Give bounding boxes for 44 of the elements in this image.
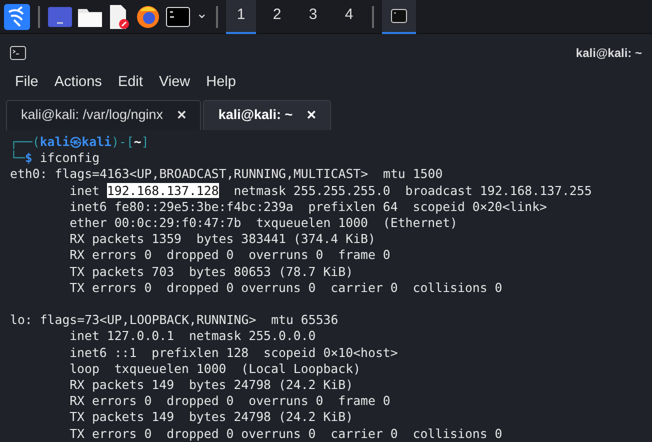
output-line: RX packets 1359 bytes 383441 (374.4 KiB) <box>70 231 376 248</box>
menu-item[interactable]: Actions <box>47 72 109 94</box>
task-button[interactable] <box>382 0 416 34</box>
output-line: loop txqueuelen 1000 (Local Loopback) <box>70 360 361 378</box>
desktop-icon[interactable] <box>48 6 72 26</box>
close-icon[interactable]: × <box>177 104 186 128</box>
tab-label: kali@kali: ~ <box>218 106 293 124</box>
output-line: TX packets 149 bytes 24798 (24.2 KiB) <box>70 409 354 426</box>
output-line: inet6 ::1 prefixlen 128 scopeid 0×10<host> <box>70 344 398 361</box>
terminal-icon <box>391 8 407 22</box>
output-line: TX errors 0 dropped 0 overruns 0 carrier 0 collisions 0 <box>70 426 502 442</box>
workspace-button[interactable]: 1 <box>226 0 256 34</box>
prompt-line: └─$ ifconfig <box>10 150 100 166</box>
window-title: kali@kali: ~ <box>576 45 642 62</box>
terminal-tab[interactable]: kali@kali: /var/log/nginx × <box>6 100 202 130</box>
close-icon[interactable]: × <box>306 104 316 128</box>
output-line: ether 00:0c:29:f0:47:7b txqueuelen 1000 (Ethernet) <box>70 215 458 232</box>
menu-item[interactable]: Help <box>199 72 243 94</box>
browser-icon[interactable] <box>136 4 160 28</box>
output-line: inet 192.168.137.128 netmask 255.255.255.0 broadcast 192.168.137.255 <box>70 182 592 199</box>
menu-item[interactable]: Edit <box>110 72 150 94</box>
dragon-icon[interactable] <box>4 4 30 30</box>
workspace-button[interactable]: 4 <box>334 0 364 34</box>
menu-item[interactable]: File <box>8 72 46 94</box>
output-line: eth0: flags=4163<UP,BROADCAST,RUNNING,MULTICAST> mtu 1500 <box>10 166 443 183</box>
output-line: lo: flags=73<UP,LOOPBACK,RUNNING> mtu 65536 <box>10 312 338 328</box>
folder-icon[interactable] <box>78 6 102 26</box>
document-icon[interactable] <box>108 4 130 28</box>
output-line: inet6 fe80::29e5:3be:f4bc:239a prefixlen 64 scopeid 0×20<link> <box>70 198 548 216</box>
menu-item[interactable]: View <box>152 72 198 94</box>
workspace-button[interactable]: 3 <box>298 0 328 34</box>
output-line: TX errors 0 dropped 0 overruns 0 carrier 0 collisions 0 <box>70 280 502 296</box>
output-line: RX packets 149 bytes 24798 (24.2 KiB) <box>70 377 354 394</box>
output-line: TX packets 703 bytes 80653 (78.7 KiB) <box>70 264 354 280</box>
output-line: RX errors 0 dropped 0 overruns 0 frame 0 <box>70 247 390 264</box>
terminal-tab[interactable]: kali@kali: ~ × <box>203 100 332 130</box>
tab-label: kali@kali: /var/log/nginx <box>21 106 164 124</box>
terminal-icon[interactable] <box>166 6 190 26</box>
output-line: RX errors 0 dropped 0 overruns 0 frame 0 <box>70 393 390 410</box>
terminal-icon <box>10 46 26 60</box>
chevron-icon[interactable]: ⌄ <box>196 3 208 24</box>
output-line: inet 127.0.0.1 netmask 255.0.0.0 <box>70 328 316 345</box>
prompt-line: ┌──(kali㉿kali)-[~] <box>10 134 149 150</box>
workspace-button[interactable]: 2 <box>262 0 292 34</box>
